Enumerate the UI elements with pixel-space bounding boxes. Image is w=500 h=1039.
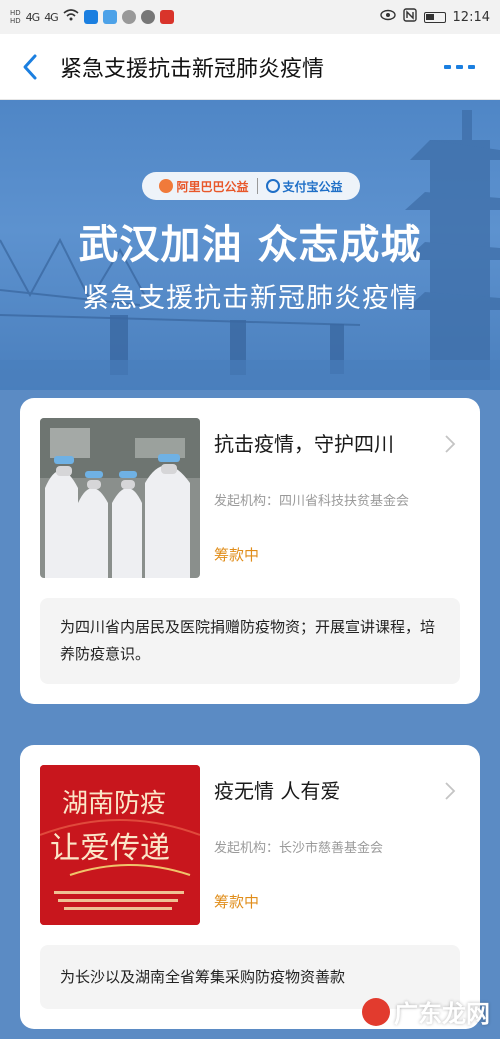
qq-icon	[121, 10, 136, 24]
banner-subline: 紧急支援抗击新冠肺炎疫情	[82, 283, 418, 314]
partner-logos: 阿里巴巴公益 支付宝公益	[142, 172, 360, 200]
project-image-medical-staff	[40, 418, 200, 578]
alipay-logo-icon	[265, 179, 280, 193]
alipay-app-icon	[83, 10, 98, 24]
fundraising-status: 筹款中	[214, 893, 260, 911]
signal-icon: 4G	[25, 10, 40, 24]
site-watermark: 广东龙网	[362, 994, 490, 1029]
logo-divider	[256, 178, 258, 194]
signal-icon-2: 4G	[44, 10, 58, 24]
nav-bar: 紧急支援抗击新冠肺炎疫情	[0, 34, 500, 100]
chevron-left-icon	[23, 54, 37, 79]
status-left: HD HD 4G 4G	[10, 9, 174, 25]
watermark-logo-icon	[362, 997, 390, 1026]
watermark-text: 广东龙网	[394, 1000, 490, 1028]
more-dot-icon	[468, 65, 475, 69]
more-dot-icon	[456, 65, 463, 69]
chevron-right-icon	[445, 782, 456, 800]
alibaba-logo-icon	[159, 179, 174, 193]
project-organizer: 发起机构：四川省科技扶贫基金会	[214, 494, 410, 509]
campaign-banner: 阿里巴巴公益 支付宝公益 武汉加油 众志成城 紧急支援抗击新冠肺炎疫情	[0, 100, 500, 390]
clock: 12:14	[452, 9, 490, 25]
status-right: 12:14	[379, 8, 490, 26]
status-bar: HD HD 4G 4G 12:14	[0, 0, 500, 34]
video-app-icon	[159, 10, 174, 24]
project-card[interactable]: 湖南防疫 让爱传递 疫无情 人有爱 发起机构：长沙市慈善基金会 筹款中 为长沙以…	[20, 745, 480, 1029]
project-organizer: 发起机构：长沙市慈善基金会	[214, 841, 384, 856]
app-icon	[102, 10, 117, 24]
poster-text-1: 湖南防疫	[62, 789, 167, 819]
hd-indicator: HD HD	[10, 9, 21, 25]
back-button[interactable]	[0, 34, 60, 100]
banner-headline: 武汉加油 众志成城	[78, 222, 422, 268]
project-description: 为四川省内居民及医院捐赠防疫物资；开展宣讲课程，培养防疫意识。	[40, 598, 460, 684]
alipay-philanthropy-logo: 支付宝公益	[265, 178, 343, 195]
project-title: 疫无情 人有爱	[214, 779, 341, 803]
chevron-right-icon	[445, 435, 456, 453]
page-title: 紧急支援抗击新冠肺炎疫情	[60, 56, 325, 82]
more-button[interactable]	[444, 58, 478, 76]
hd-label-2: HD	[10, 17, 21, 25]
project-card[interactable]: 抗击疫情，守护四川 发起机构：四川省科技扶贫基金会 筹款中 为四川省内居民及医院…	[20, 398, 480, 704]
wifi-icon	[63, 9, 79, 25]
hd-label: HD	[10, 9, 21, 17]
project-title: 抗击疫情，守护四川	[214, 432, 394, 456]
alibaba-philanthropy-logo: 阿里巴巴公益	[159, 178, 249, 195]
more-dot-icon	[444, 65, 451, 69]
qq-icon-2	[140, 10, 155, 24]
eye-icon	[379, 9, 396, 25]
project-image-hunan-poster: 湖南防疫 让爱传递	[40, 765, 200, 925]
nfc-icon	[402, 8, 417, 26]
fundraising-status: 筹款中	[214, 546, 260, 564]
poster-text-2: 让爱传递	[50, 831, 170, 866]
alibaba-logo-text: 阿里巴巴公益	[176, 179, 249, 194]
alipay-logo-text: 支付宝公益	[282, 179, 343, 194]
battery-icon	[423, 11, 446, 23]
